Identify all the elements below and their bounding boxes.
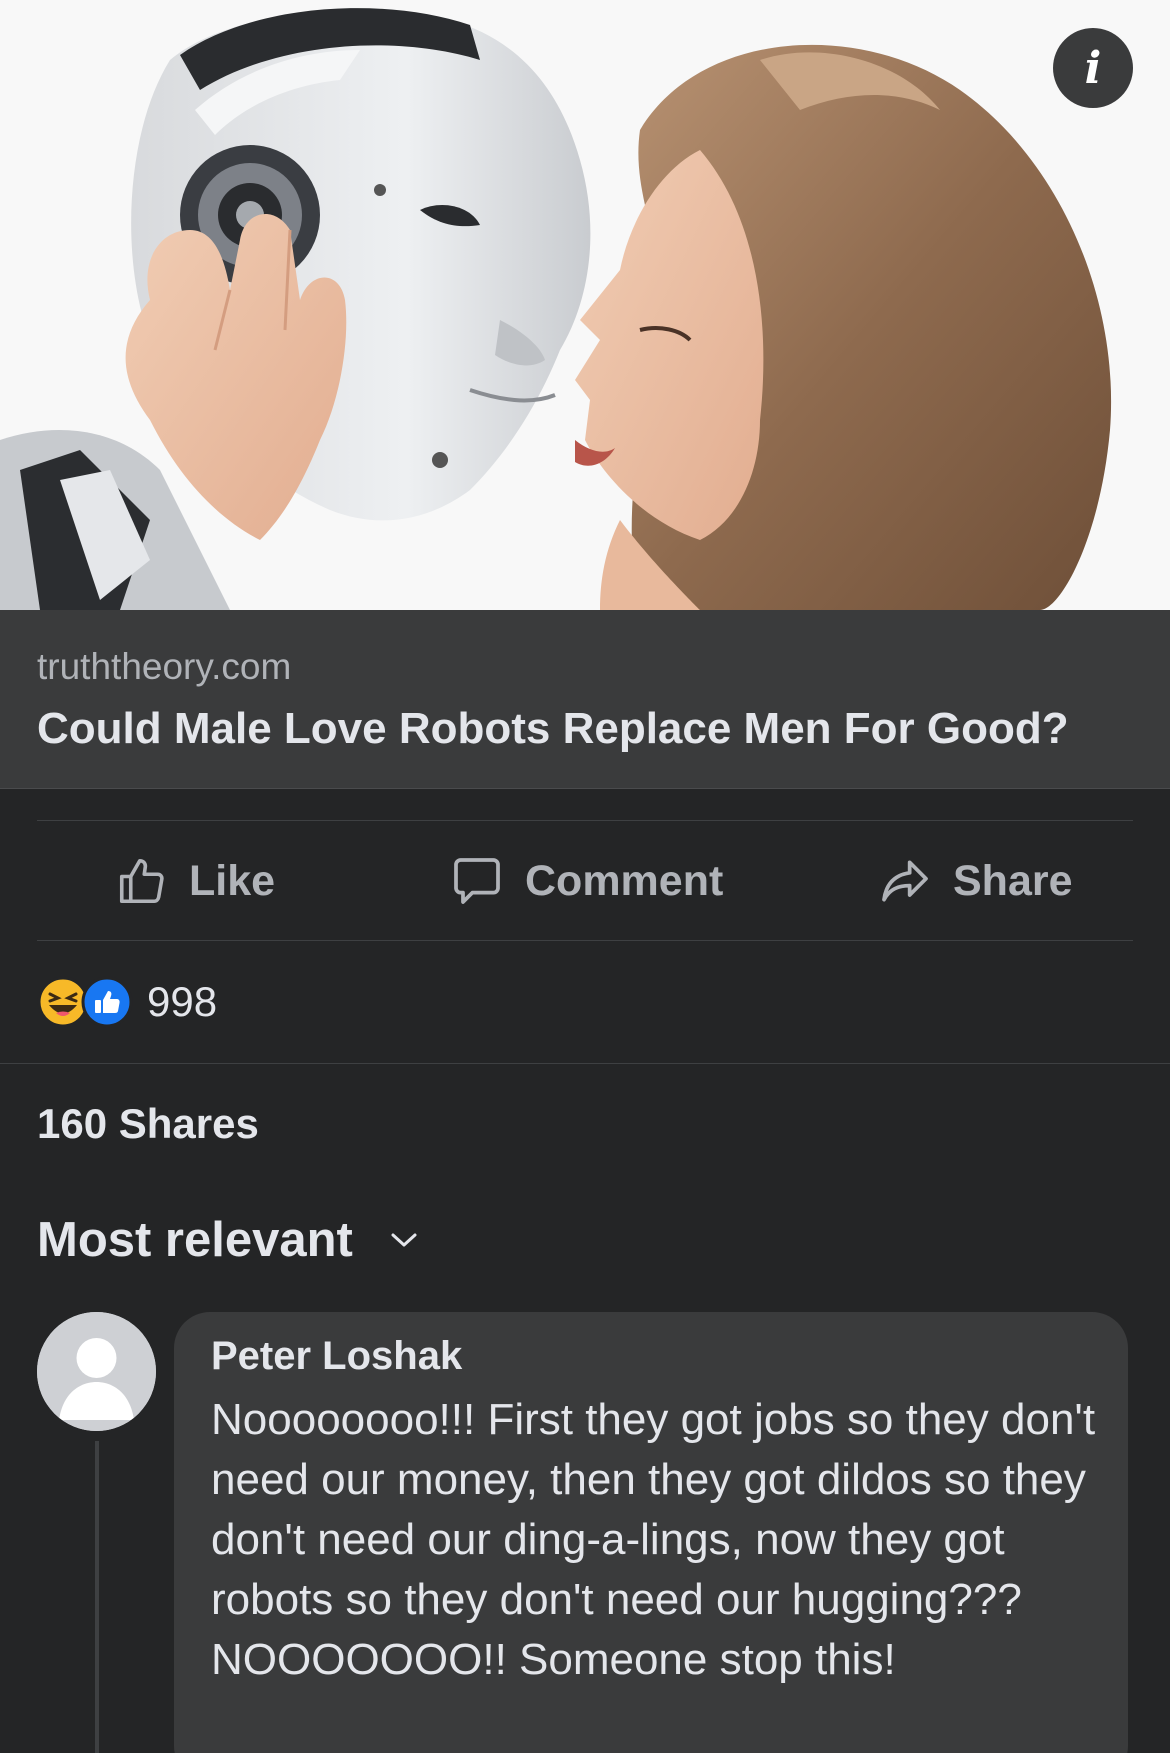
robot-woman-illustration xyxy=(0,0,1170,610)
comment-sort-dropdown[interactable]: Most relevant xyxy=(37,1212,419,1268)
comment-button[interactable]: Comment xyxy=(449,822,723,940)
info-icon[interactable]: i xyxy=(1053,28,1133,108)
share-arrow-icon xyxy=(877,853,933,909)
like-reaction-icon xyxy=(81,976,133,1028)
post-image[interactable]: i xyxy=(0,0,1170,610)
sort-label: Most relevant xyxy=(37,1213,353,1267)
post-page: i truththeory.com Could Male Love Robots… xyxy=(0,0,1170,1753)
comment-thread-line xyxy=(95,1441,99,1753)
action-bar-bottom-divider xyxy=(37,940,1133,941)
chevron-down-icon xyxy=(389,1230,419,1250)
reactions-divider xyxy=(0,1063,1170,1064)
share-button[interactable]: Share xyxy=(877,822,1073,940)
like-label: Like xyxy=(189,856,276,905)
reaction-summary[interactable]: 998 xyxy=(37,972,217,1032)
link-title[interactable]: Could Male Love Robots Replace Men For G… xyxy=(37,704,1069,754)
action-bar: Like Comment Share xyxy=(37,822,1133,940)
link-preview[interactable]: truththeory.com Could Male Love Robots R… xyxy=(0,610,1170,789)
comment-text: Noooooooo!!! First they got jobs so they… xyxy=(211,1395,1096,1684)
share-count[interactable]: 160 Shares xyxy=(37,1100,259,1148)
like-button[interactable]: Like xyxy=(115,822,275,940)
comment-bubble[interactable]: Peter Loshak Noooooooo!!! First they got… xyxy=(174,1312,1128,1753)
link-domain: truththeory.com xyxy=(37,646,292,687)
comment-author[interactable]: Peter Loshak xyxy=(211,1334,462,1379)
action-bar-top-divider xyxy=(37,820,1133,821)
reaction-count: 998 xyxy=(147,978,218,1025)
comment-label: Comment xyxy=(525,856,724,905)
share-label: Share xyxy=(953,856,1073,905)
comment-bubble-icon xyxy=(449,853,505,909)
thumbs-up-icon xyxy=(115,854,169,908)
avatar[interactable] xyxy=(37,1312,156,1431)
default-avatar-icon xyxy=(37,1312,156,1431)
